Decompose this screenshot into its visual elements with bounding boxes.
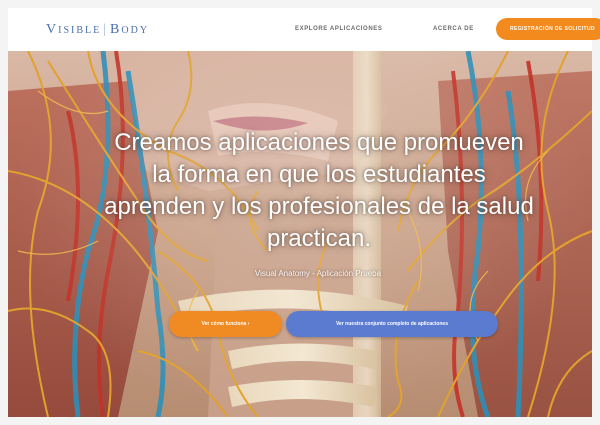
see-how-it-works-button[interactable]: Ver cómo funciona › <box>169 311 282 337</box>
nav-link-about[interactable]: ACERCA DE <box>433 26 474 32</box>
hero-subline: Visual Anatomy - Aplicación Prueba <box>254 269 382 278</box>
see-all-apps-button[interactable]: Ver nuestra conjunto completo de aplicac… <box>286 311 498 337</box>
logo-word-body: Body <box>110 22 150 37</box>
visible-body-logo[interactable]: Visible | Body <box>46 22 149 38</box>
logo-word-visible: Visible <box>46 22 102 37</box>
logo-separator: | <box>103 22 109 37</box>
nav-link-explore[interactable]: EXPLORE APLICACIONES <box>295 26 382 32</box>
nav-cta-button[interactable]: REGISTRACIÓN DE SOLICITUD <box>496 18 600 40</box>
hero-section: Creamos aplicaciones que promueven la fo… <box>8 51 592 417</box>
top-navbar: Visible | Body EXPLORE APLICACIONES ACERCA… <box>8 8 600 52</box>
browser-viewport: Visible | Body EXPLORE APLICACIONES ACERCA… <box>0 0 600 425</box>
hero-headline: Creamos aplicaciones que promueven la fo… <box>104 129 534 252</box>
